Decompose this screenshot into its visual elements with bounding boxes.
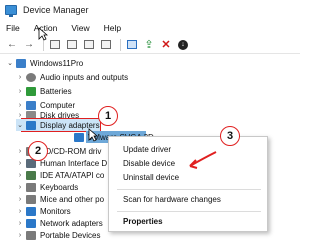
menu-view[interactable]: View [71,23,89,33]
back-arrow-icon[interactable]: ← [5,38,19,52]
tree-item-portable-devices[interactable]: › Portable Devices [16,229,100,240]
chevron-right-icon[interactable]: › [16,184,24,191]
context-properties[interactable]: Properties [123,217,163,226]
monitor-icon [26,206,36,216]
tree-item-network-adapters[interactable]: › Network adapters [16,217,103,229]
chevron-right-icon[interactable]: › [16,220,24,227]
annotation-arrow-icon [189,151,217,169]
chevron-right-icon[interactable]: › [16,160,24,167]
uninstall-icon[interactable]: ✕ [159,38,173,52]
chevron-down-icon[interactable]: ⌄ [6,59,14,67]
scan-icon[interactable] [125,38,139,52]
chevron-right-icon[interactable]: › [16,74,24,81]
forward-arrow-icon[interactable]: → [22,38,36,52]
chevron-down-icon[interactable]: ⌄ [16,121,24,129]
title-bar: Device Manager [0,0,300,20]
tree-item-mice[interactable]: › Mice and other po [16,193,104,205]
chevron-right-icon[interactable]: › [16,172,24,179]
tree-item-audio[interactable]: › Audio inputs and outputs [16,71,128,83]
keyboard-icon [26,182,36,192]
window-title: Device Manager [23,5,89,15]
toolbar-separator [120,38,121,51]
chevron-right-icon[interactable]: › [16,148,24,155]
context-separator [117,211,261,212]
context-uninstall-device[interactable]: Uninstall device [123,173,179,182]
chevron-right-icon[interactable]: › [16,208,24,215]
controller-icon [26,170,36,180]
help-icon[interactable] [82,38,96,52]
tree-item-batteries[interactable]: › Batteries [16,85,72,97]
update-driver-icon[interactable]: ⇪ [142,38,156,52]
monitor-icon [26,120,36,130]
tree-item-ide-ata[interactable]: › IDE ATA/ATAPI co [16,169,104,181]
context-disable-device[interactable]: Disable device [123,159,175,168]
device-icon[interactable] [99,38,113,52]
annotation-badge-2: 2 [28,141,48,161]
menu-file[interactable]: File [6,23,20,33]
network-icon [26,218,36,228]
chevron-right-icon[interactable]: › [16,88,24,95]
chevron-right-icon[interactable]: › [16,102,24,109]
context-update-driver[interactable]: Update driver [123,145,171,154]
annotation-badge-1: 1 [98,106,118,126]
annotation-badge-3: 3 [220,126,240,146]
mouse-icon [26,194,36,204]
tree-root[interactable]: ⌄ Windows11Pro [6,57,83,69]
monitor-icon [74,132,84,142]
device-manager-icon [5,5,17,17]
battery-icon [26,86,36,96]
tree-item-monitors[interactable]: › Monitors [16,205,71,217]
speaker-icon [26,72,36,82]
tree-item-keyboards[interactable]: › Keyboards [16,181,78,193]
view-icon[interactable] [65,38,79,52]
mouse-cursor-icon [88,128,98,142]
computer-icon [16,58,26,68]
properties-icon[interactable] [48,38,62,52]
disable-icon[interactable]: ↓ [176,38,190,52]
phone-icon [26,230,36,240]
mouse-cursor-icon [38,27,48,41]
menu-help[interactable]: Help [104,23,121,33]
chevron-right-icon[interactable]: › [16,232,24,239]
context-scan-hardware[interactable]: Scan for hardware changes [123,195,221,204]
chevron-right-icon[interactable]: › [16,196,24,203]
tree-item-human-interface[interactable]: › Human Interface D [16,157,107,169]
context-separator [117,189,261,190]
